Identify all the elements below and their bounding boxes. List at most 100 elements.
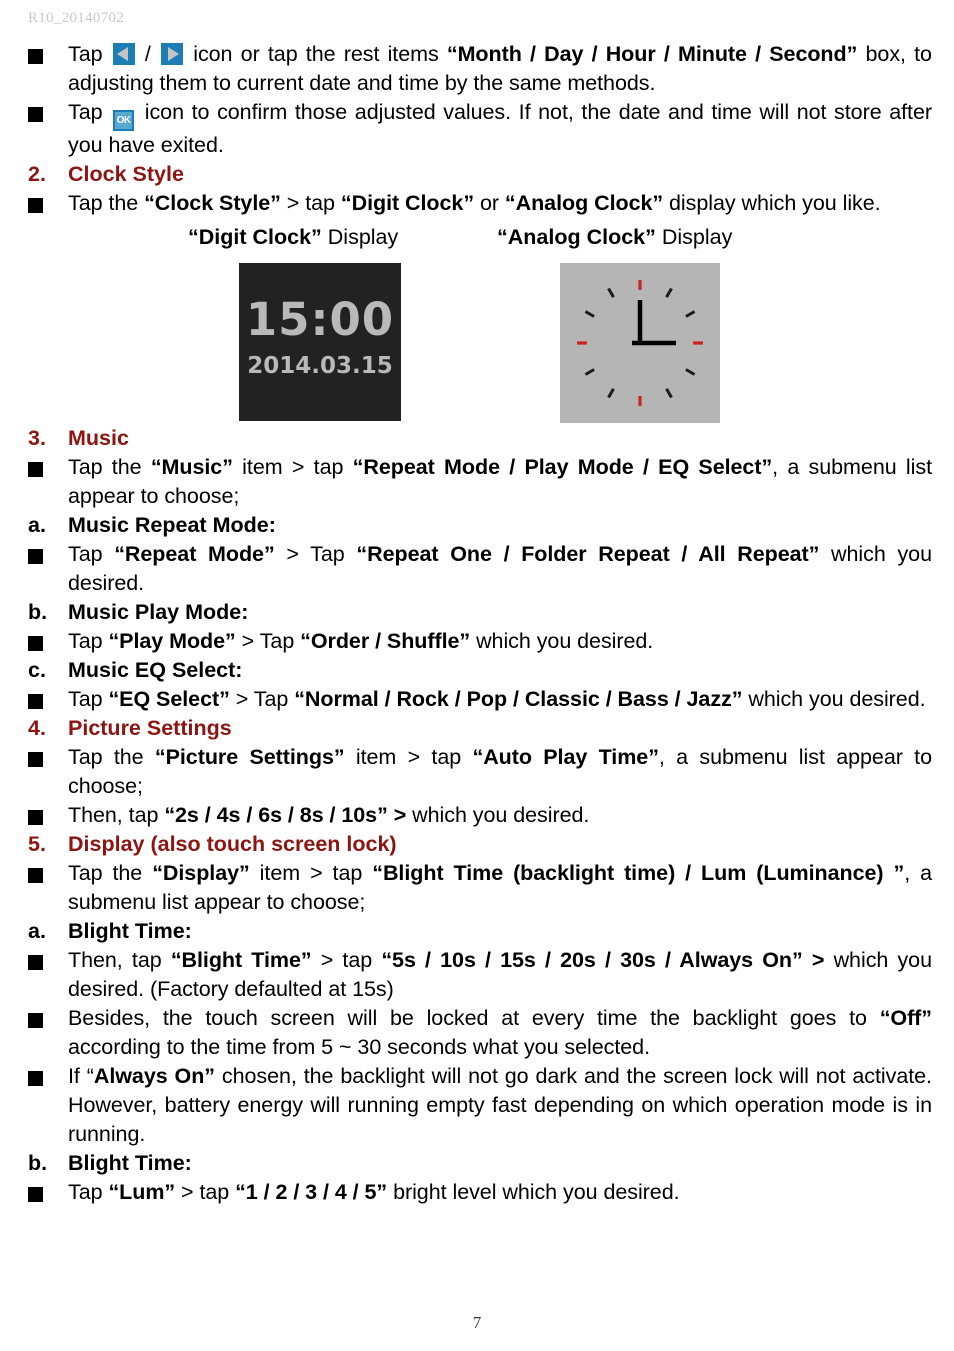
display-instruction-text: Tap the “Display” item > tap “Blight Tim… — [68, 859, 932, 917]
music-instruction-text: Tap the “Music” item > tap “Repeat Mode … — [68, 453, 932, 511]
music-instruction-emph-3: “Repeat Mode / Play Mode / EQ Select” — [352, 455, 773, 479]
sub-blight-time-b-title: Blight Time: — [68, 1151, 192, 1175]
square-bullet-icon — [28, 1071, 43, 1086]
tap-arrow-adjust: Tap / icon or tap the rest items “Month … — [0, 40, 954, 98]
sub-music-eq-select-title: Music EQ Select: — [68, 658, 243, 682]
always-on-note-text: If “Always On” chosen, the backlight wil… — [68, 1062, 932, 1149]
tap-arrow-adjust-text: Tap / icon or tap the rest items “Month … — [68, 40, 932, 98]
analog-clock-caption-bold: “Analog Clock” — [497, 225, 656, 249]
square-bullet-icon — [28, 1013, 43, 1028]
touch-lock-note-seg-2: according to the time from 5 ~ 30 second… — [68, 1035, 651, 1059]
eq-select-instruction-seg-2: > Tap — [229, 687, 295, 711]
section-picture-settings-number: 4. — [28, 716, 46, 740]
lum-instruction-seg-4: bright level which you desired. — [387, 1180, 680, 1204]
square-bullet-icon — [28, 636, 43, 651]
analog-clock-screenshot — [560, 263, 720, 428]
section-display: 5. Display (also touch screen lock) — [0, 830, 954, 859]
sub-blight-time-a: a. Blight Time: — [0, 917, 954, 946]
digit-clock-caption-bold: “Digit Clock” — [188, 225, 322, 249]
clock-style-instruction-text: Tap the “Clock Style” > tap “Digit Clock… — [68, 189, 932, 218]
play-mode-instruction-emph-3: “Order / Shuffle” — [300, 629, 471, 653]
right-arrow-icon[interactable] — [161, 43, 184, 65]
ok-confirm-icon[interactable]: OK — [113, 110, 135, 131]
tap-ok-confirm-text: Tap OK icon to confirm those adjusted va… — [68, 98, 932, 160]
analog-clock-caption: “Analog Clock” Display — [497, 224, 732, 250]
eq-select-instruction-emph-3: “Normal / Rock / Pop / Classic / Bass / … — [294, 687, 743, 711]
auto-play-time-instruction-text: Then, tap “2s / 4s / 6s / 8s / 10s” > wh… — [68, 801, 932, 830]
blight-time-instruction-seg-2: > tap — [311, 948, 382, 972]
clock-style-instruction: Tap the “Clock Style” > tap “Digit Clock… — [0, 189, 954, 218]
digit-clock-caption-rest: Display — [321, 225, 399, 249]
section-clock-style-title: Clock Style — [68, 162, 184, 186]
touch-lock-note-seg-0: Besides, the touch screen will be locked… — [68, 1006, 880, 1030]
auto-play-time-instruction-seg-0: Then, tap — [68, 803, 165, 827]
picture-settings-instruction-text: Tap the “Picture Settings” item > tap “A… — [68, 743, 932, 801]
square-bullet-icon — [28, 752, 43, 767]
sub-music-play-mode-number: b. — [28, 600, 48, 624]
square-bullet-icon — [28, 107, 43, 122]
play-mode-instruction-text: Tap “Play Mode” > Tap “Order / Shuffle” … — [68, 627, 932, 656]
section-music-number: 3. — [28, 426, 46, 450]
repeat-mode-instruction: Tap “Repeat Mode” > Tap “Repeat One / Fo… — [0, 540, 954, 598]
display-instruction: Tap the “Display” item > tap “Blight Tim… — [0, 859, 954, 917]
music-instruction-emph-1: “Music” — [150, 455, 233, 479]
section-clock-style: 2. Clock Style — [0, 160, 954, 189]
picture-settings-instruction-seg-2: item > tap — [344, 745, 473, 769]
digit-clock-screenshot: 15:00 2014.03.15 — [239, 263, 401, 421]
play-mode-instruction-seg-2: > Tap — [235, 629, 301, 653]
section-display-number: 5. — [28, 832, 46, 856]
blight-time-instruction-emph-3: “5s / 10s / 15s / 20s / 30s / Always On”… — [381, 948, 825, 972]
repeat-mode-instruction-seg-2: > Tap — [274, 542, 357, 566]
clock-figure-block: “Digit Clock” Display “Analog Clock” Disp… — [0, 224, 954, 424]
touch-lock-note-emph-1: “Off” — [879, 1006, 932, 1030]
always-on-note: If “Always On” chosen, the backlight wil… — [0, 1062, 954, 1149]
digit-clock-date: 2014.03.15 — [247, 353, 393, 379]
lum-instruction-seg-2: > tap — [175, 1180, 236, 1204]
section-music: 3. Music — [0, 424, 954, 453]
blight-time-instruction-text: Then, tap “Blight Time” > tap “5s / 10s … — [68, 946, 932, 1004]
square-bullet-icon — [28, 810, 43, 825]
square-bullet-icon — [28, 198, 43, 213]
square-bullet-icon — [28, 549, 43, 564]
sub-blight-time-b: b. Blight Time: — [0, 1149, 954, 1178]
sub-music-repeat-mode-number: a. — [28, 513, 46, 537]
touch-lock-note: Besides, the touch screen will be locked… — [0, 1004, 954, 1062]
clock-style-instruction-seg-2: > tap — [280, 191, 341, 215]
left-arrow-icon[interactable] — [112, 43, 135, 65]
music-instruction-seg-0: Tap the — [68, 455, 151, 479]
square-bullet-icon — [28, 49, 43, 64]
picture-settings-instruction: Tap the “Picture Settings” item > tap “A… — [0, 743, 954, 801]
eq-select-instruction-text: Tap “EQ Select” > Tap “Normal / Rock / P… — [68, 685, 932, 714]
play-mode-instruction: Tap “Play Mode” > Tap “Order / Shuffle” … — [0, 627, 954, 656]
display-instruction-emph-1: “Display” — [152, 861, 250, 885]
clock-style-instruction-emph-5: “Analog Clock” — [504, 191, 664, 215]
section-music-title: Music — [68, 426, 129, 450]
sub-blight-time-b-number: b. — [28, 1151, 48, 1175]
sub-music-eq-select: c. Music EQ Select: — [0, 656, 954, 685]
music-instruction-seg-2: item > tap — [232, 455, 353, 479]
page-content: Tap / icon or tap the rest items “Month … — [0, 40, 954, 1207]
eq-select-instruction-emph-1: “EQ Select” — [108, 687, 230, 711]
play-mode-instruction-seg-4: which you desired. — [470, 629, 654, 653]
sub-music-eq-select-number: c. — [28, 658, 46, 682]
sub-blight-time-a-number: a. — [28, 919, 46, 943]
blight-time-instruction: Then, tap “Blight Time” > tap “5s / 10s … — [0, 946, 954, 1004]
picture-settings-instruction-emph-3: “Auto Play Time” — [472, 745, 659, 769]
lum-instruction: Tap “Lum” > tap “1 / 2 / 3 / 4 / 5” brig… — [0, 1178, 954, 1207]
square-bullet-icon — [28, 955, 43, 970]
section-picture-settings: 4. Picture Settings — [0, 714, 954, 743]
tap-arrow-adjust-seg-0: Tap — [68, 42, 111, 66]
repeat-mode-instruction-text: Tap “Repeat Mode” > Tap “Repeat One / Fo… — [68, 540, 932, 598]
picture-settings-instruction-emph-1: “Picture Settings” — [154, 745, 345, 769]
touch-lock-note-text: Besides, the touch screen will be locked… — [68, 1004, 932, 1062]
always-on-note-seg-0: If “ — [68, 1064, 94, 1088]
digit-clock-caption: “Digit Clock” Display — [188, 224, 398, 250]
eq-select-instruction-seg-4: which you desired. — [742, 687, 926, 711]
tap-arrow-adjust-seg-4: icon or tap the rest items — [185, 42, 447, 66]
sub-music-repeat-mode-title: Music Repeat Mode: — [68, 513, 276, 537]
play-mode-instruction-emph-1: “Play Mode” — [108, 629, 236, 653]
display-instruction-seg-2: item > tap — [249, 861, 373, 885]
play-mode-instruction-seg-0: Tap — [68, 629, 109, 653]
blight-time-instruction-emph-1: “Blight Time” — [170, 948, 312, 972]
square-bullet-icon — [28, 462, 43, 477]
